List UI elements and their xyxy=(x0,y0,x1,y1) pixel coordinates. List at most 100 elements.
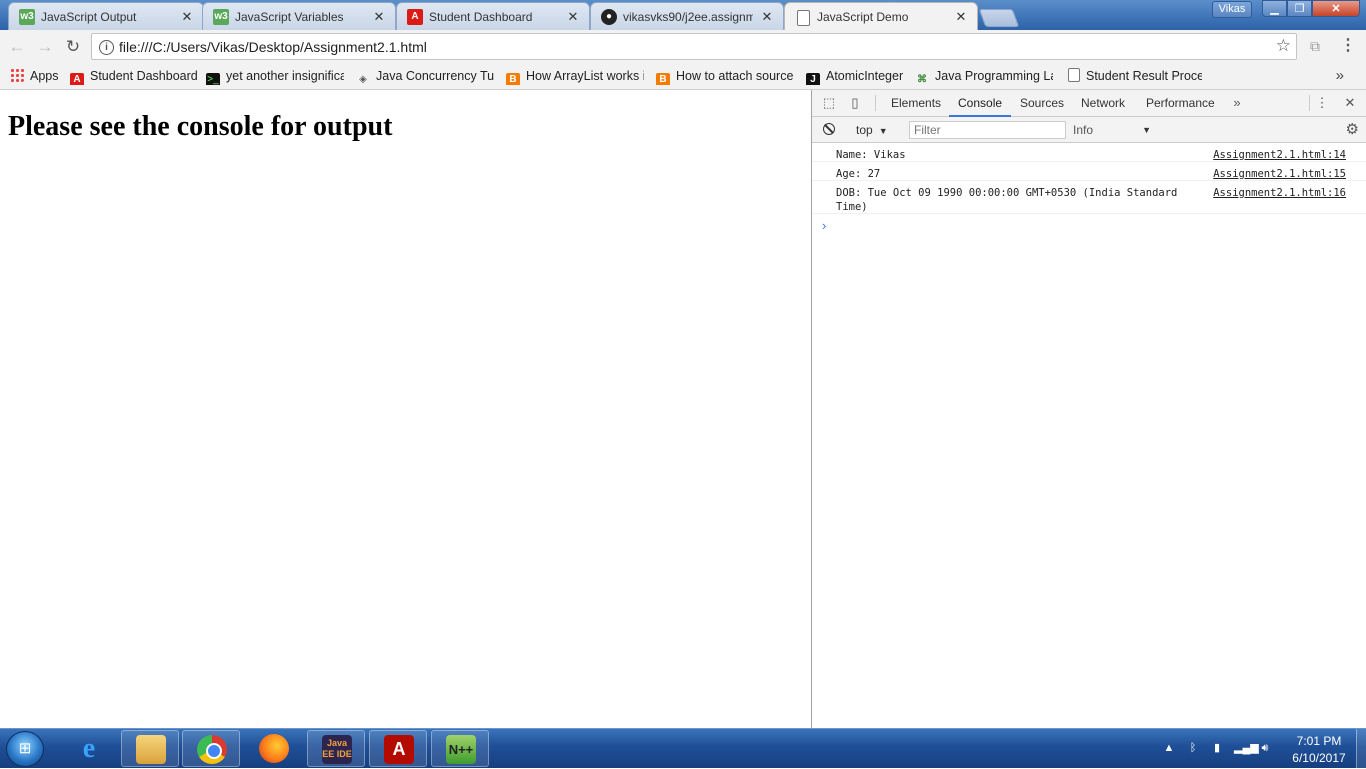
tab-title: JavaScript Output xyxy=(41,10,137,24)
clock-date[interactable]: 6/10/2017 xyxy=(1286,751,1352,765)
bookmarks-bar: Apps A Student Dashboard >_ yet another in… xyxy=(0,64,1366,90)
taskbar-acrobat-reader[interactable]: A xyxy=(369,730,427,767)
bookmark-star-icon[interactable]: ☆ xyxy=(1276,37,1291,55)
chrome-icon xyxy=(197,735,227,764)
log-level-label: Info xyxy=(1073,123,1094,137)
toolbar-divider xyxy=(875,95,876,111)
bookmark-yet-another[interactable]: >_ yet another insignifica xyxy=(206,67,344,85)
bookmark-atomicinteger[interactable]: J AtomicInteger xyxy=(806,67,910,85)
address-url[interactable]: file:///C:/Users/Vikas/Desktop/Assignmen… xyxy=(119,39,427,55)
taskbar-firefox[interactable] xyxy=(245,730,303,767)
tab-title: vikasvks90/j2ee.assignme xyxy=(623,10,753,24)
close-tab-icon[interactable]: ✕ xyxy=(373,9,385,25)
close-tab-icon[interactable]: ✕ xyxy=(567,9,579,25)
show-desktop-button[interactable] xyxy=(1356,729,1366,768)
tab-github-repo[interactable]: ● vikasvks90/j2ee.assignme ✕ xyxy=(590,2,784,30)
bookmark-label: yet another insignifica xyxy=(226,69,344,83)
windows-taskbar: ⊞ e Java EE IDE A N++ ▲ ᛒ ▮ ▂▄▆ 🔊︎ 7:01 … xyxy=(0,728,1366,768)
taskbar-notepad-plus[interactable]: N++ xyxy=(431,730,489,767)
dropdown-arrow-icon: ▼ xyxy=(1142,125,1151,135)
bookmark-java-concurrency[interactable]: ◈ Java Concurrency Tuto xyxy=(356,67,494,85)
browser-tab-strip: w3 JavaScript Output ✕ w3 JavaScript Var… xyxy=(0,0,1366,30)
back-arrow-icon[interactable]: ← xyxy=(6,36,28,58)
blogger-icon: B xyxy=(506,73,520,85)
taskbar-google-chrome[interactable] xyxy=(182,730,240,767)
tab-title: JavaScript Variables xyxy=(235,10,344,24)
address-bar[interactable]: i file:///C:/Users/Vikas/Desktop/Assignm… xyxy=(91,33,1297,60)
gear-icon[interactable]: ⚙ xyxy=(1346,121,1359,139)
volume-icon[interactable]: 🔊︎ xyxy=(1258,741,1272,755)
battery-icon[interactable]: ▮ xyxy=(1210,741,1224,755)
bookmark-arraylist[interactable]: B How ArrayList works i xyxy=(506,67,644,85)
java-diamond-icon: ◈ xyxy=(359,74,367,85)
bluetooth-icon[interactable]: ᛒ xyxy=(1186,741,1200,755)
more-bookmarks-icon[interactable]: » xyxy=(1336,67,1344,85)
new-tab-button[interactable] xyxy=(978,9,1020,27)
minimize-button[interactable]: ▁ xyxy=(1262,0,1287,17)
bookmark-student-result[interactable]: Student Result Proces xyxy=(1068,67,1202,85)
tab-performance[interactable]: Performance xyxy=(1146,90,1215,116)
device-toolbar-icon[interactable]: ▯ xyxy=(847,95,863,111)
info-icon[interactable]: i xyxy=(99,40,114,55)
clock-time[interactable]: 7:01 PM xyxy=(1286,734,1352,748)
angular-icon: A xyxy=(407,9,423,25)
network-signal-icon[interactable]: ▂▄▆ xyxy=(1234,741,1259,755)
w3schools-icon: w3 xyxy=(19,9,35,25)
close-tab-icon[interactable]: ✕ xyxy=(955,9,967,25)
close-window-button[interactable]: ✕ xyxy=(1312,0,1360,17)
start-button[interactable]: ⊞ xyxy=(6,731,44,767)
tab-sources[interactable]: Sources xyxy=(1020,90,1064,116)
toolbar-divider xyxy=(1309,95,1310,111)
tab-title: JavaScript Demo xyxy=(817,10,909,24)
reload-icon[interactable]: ↻ xyxy=(62,36,84,58)
clear-console-icon[interactable] xyxy=(823,123,835,135)
console-message-text: Name: Vikas xyxy=(836,149,906,161)
console-prompt[interactable]: › xyxy=(822,219,826,233)
console-source-link[interactable]: Assignment2.1.html:16 xyxy=(1213,186,1346,200)
bookmark-java-programming[interactable]: ⌘ Java Programming La xyxy=(915,67,1053,85)
inspect-element-icon[interactable]: ⬚ xyxy=(821,95,837,111)
bookmark-apps[interactable]: Apps xyxy=(10,67,66,85)
w3schools-icon: w3 xyxy=(213,9,229,25)
close-tab-icon[interactable]: ✕ xyxy=(181,9,193,25)
extension-icon[interactable]: ⧉ xyxy=(1307,38,1323,54)
tab-javascript-output[interactable]: w3 JavaScript Output ✕ xyxy=(8,2,204,30)
bookmark-label: Student Dashboard xyxy=(90,69,198,83)
bookmark-label: AtomicInteger xyxy=(826,69,904,83)
close-tab-icon[interactable]: ✕ xyxy=(761,9,773,25)
tab-console[interactable]: Console xyxy=(949,90,1012,117)
bookmark-attach-source[interactable]: B How to attach source xyxy=(656,67,794,85)
close-devtools-icon[interactable]: ✕ xyxy=(1342,95,1358,111)
console-filter-input[interactable] xyxy=(909,121,1066,139)
tab-title: Student Dashboard xyxy=(429,10,533,24)
devtools-menu-icon[interactable]: ⋮ xyxy=(1314,95,1330,111)
more-tabs-icon[interactable]: » xyxy=(1229,95,1245,111)
log-level-selector[interactable]: Info ▼ xyxy=(1073,122,1151,138)
taskbar-java-ee-ide[interactable]: Java EE IDE xyxy=(307,730,365,767)
bookmark-label: Apps xyxy=(30,69,59,83)
taskbar-internet-explorer[interactable]: e xyxy=(60,730,118,767)
console-source-link[interactable]: Assignment2.1.html:14 xyxy=(1213,148,1346,162)
eclipse-icon: Java EE IDE xyxy=(322,735,352,764)
console-message-text: Age: 27 xyxy=(836,168,881,180)
tab-javascript-demo[interactable]: JavaScript Demo ✕ xyxy=(784,2,978,30)
tab-elements[interactable]: Elements xyxy=(891,90,941,116)
bookmark-label: Student Result Proces xyxy=(1086,69,1202,83)
tab-student-dashboard[interactable]: A Student Dashboard ✕ xyxy=(396,2,590,30)
console-message: Name: Vikas Assignment2.1.html:14 xyxy=(812,143,1366,162)
forward-arrow-icon[interactable]: → xyxy=(34,36,56,58)
taskbar-windows-explorer[interactable] xyxy=(121,730,179,767)
dropdown-arrow-icon: ▼ xyxy=(878,126,888,136)
profile-button[interactable]: Vikas xyxy=(1212,1,1252,18)
context-selector[interactable]: top ▼ xyxy=(856,122,888,139)
maximize-button[interactable]: ❐ xyxy=(1287,0,1312,17)
chrome-menu-icon[interactable]: ⋮ xyxy=(1340,38,1356,54)
tab-network[interactable]: Network xyxy=(1081,90,1125,116)
console-messages: Name: Vikas Assignment2.1.html:14 Age: 2… xyxy=(812,143,1366,214)
blogger-icon: B xyxy=(656,73,670,85)
show-hidden-icons-icon[interactable]: ▲ xyxy=(1162,741,1176,755)
j-logo-icon: J xyxy=(806,73,820,85)
tab-javascript-variables[interactable]: w3 JavaScript Variables ✕ xyxy=(202,2,396,30)
console-source-link[interactable]: Assignment2.1.html:15 xyxy=(1213,167,1346,181)
bookmark-student-dashboard[interactable]: A Student Dashboard xyxy=(70,67,198,85)
